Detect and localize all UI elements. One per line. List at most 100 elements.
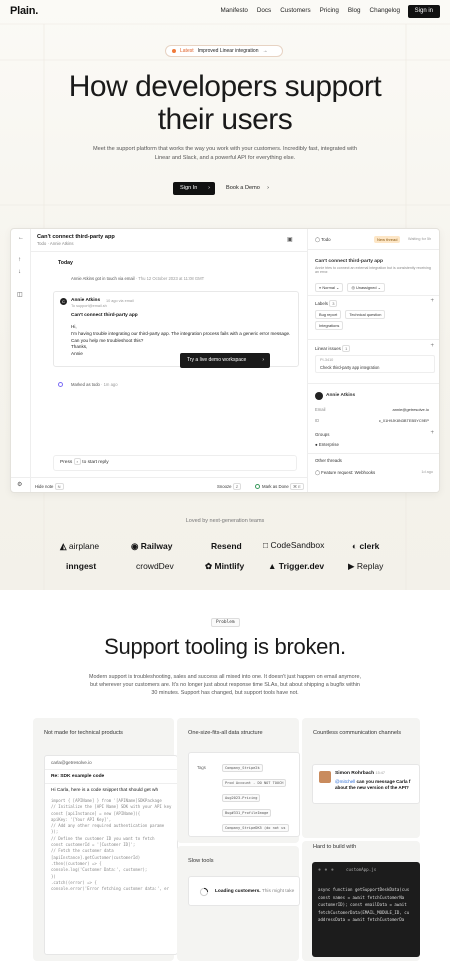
- assignee-chip[interactable]: ◎ Unassigned ⌄: [347, 283, 385, 292]
- add-label-icon[interactable]: +: [430, 298, 434, 304]
- tag-chip[interactable]: Aug2023-Pricing: [222, 794, 261, 802]
- tag-chip[interactable]: Bug#331_ProfileImage: [222, 809, 272, 817]
- divider: [308, 339, 439, 340]
- loading-label: Loading customers.: [215, 889, 261, 894]
- message-subject: Can't connect third-party app: [71, 313, 138, 318]
- code-line: // Initialize the [API Name] SDK with yo…: [51, 804, 172, 810]
- add-group-icon[interactable]: +: [430, 430, 434, 436]
- live-demo-button[interactable]: Try a live demo workspace ›: [180, 353, 270, 368]
- problem-title: Support tooling is broken.: [104, 634, 346, 659]
- logo-text: Mintlify: [214, 561, 245, 571]
- reply-composer[interactable]: Press r to start reply: [53, 455, 297, 471]
- arrow-down-icon[interactable]: ↓: [18, 269, 21, 275]
- nav-link-blog[interactable]: Blog: [348, 7, 361, 14]
- logo-text: Replay: [356, 561, 384, 571]
- panel-thread-title: Can't connect third-party app: [315, 259, 384, 264]
- message-signoff: Thanks,: [71, 344, 88, 350]
- arrow-right-icon: →: [262, 48, 268, 54]
- reply-suffix: to start reply: [82, 460, 109, 465]
- label-chip[interactable]: Technical question: [345, 310, 386, 319]
- book-demo-label: Book a Demo: [226, 185, 260, 191]
- announcement-pill[interactable]: Latest Improved Linear integration →: [165, 45, 283, 57]
- logo-resend: Resend: [211, 541, 242, 551]
- chevron-right-icon: ›: [267, 185, 269, 191]
- hide-note-button[interactable]: Hide note N: [35, 478, 64, 492]
- event-text: Annie Atkins got in touch via email: [71, 276, 135, 281]
- event-time: · Thu 12 October 2023 at 11:08 GMT: [135, 276, 205, 281]
- arrow-up-icon[interactable]: ↑: [18, 257, 21, 263]
- divider: [308, 383, 439, 384]
- spinner-icon: [199, 887, 209, 897]
- event-time: · 1m ago: [101, 382, 118, 387]
- logo-trigger: ▲ Trigger.dev: [268, 561, 325, 571]
- logo-text: clerk: [359, 541, 380, 551]
- plain-logo[interactable]: Plain.: [10, 5, 38, 17]
- panel-toggle-icon[interactable]: ▣: [287, 236, 293, 243]
- linear-issue-card[interactable]: PI-3410 Check third-party app integratio…: [315, 355, 435, 373]
- code-editor-preview: ● ● ● customApp.js async function getSup…: [312, 862, 420, 957]
- nav-link-docs[interactable]: Docs: [257, 7, 271, 14]
- back-arrow-icon[interactable]: ←: [18, 235, 24, 241]
- book-demo-button[interactable]: Book a Demo ›: [222, 182, 274, 195]
- logo-crowddev: crowdDev: [136, 561, 174, 571]
- nav-link-manifesto[interactable]: Manifesto: [221, 7, 248, 14]
- group-item: ● Enterprise: [315, 442, 339, 447]
- snooze-button[interactable]: Snooze Z: [217, 478, 242, 492]
- other-thread-label: Feature request: Webhooks: [321, 470, 376, 475]
- new-thread-badge: New thread: [374, 236, 401, 243]
- logos-heading: Loved by next-generation teams: [185, 518, 265, 524]
- other-thread-time: 1d ago: [421, 470, 433, 474]
- email-subject: Re: SDK example code: [51, 774, 105, 779]
- nav-link-changelog[interactable]: Changelog: [370, 7, 400, 14]
- message-greeting: Hi,: [71, 324, 77, 329]
- linear-heading: Linear issues 1: [315, 345, 351, 352]
- add-linear-issue-icon[interactable]: +: [430, 343, 434, 349]
- timeline-event-todo: Marked as todo · 1m ago: [58, 382, 118, 387]
- assignee-label: Unassigned: [355, 285, 377, 290]
- tag-chip[interactable]: Company_StripeDK5 (do not us: [222, 824, 289, 832]
- announcement-text: Improved Linear integration: [197, 48, 259, 54]
- chat-message: @mitchell can you message Carla f about …: [335, 779, 419, 792]
- hero-title-line2: their users: [157, 103, 293, 136]
- card-title: Countless communication channels: [313, 730, 401, 736]
- priority-chip[interactable]: ≡ Normal ⌄: [315, 283, 344, 292]
- labels-row-2: Integrations: [315, 321, 346, 330]
- code-line: fetchCustomerData(EMAIL_MODULE_ID, cu: [318, 909, 410, 915]
- thread-details-panel: ◯ Todo New thread Waiting for 5h Can't c…: [307, 229, 439, 492]
- logo-inngest: inngest: [66, 561, 97, 571]
- status-selector[interactable]: ◯ Todo: [315, 237, 331, 243]
- tag-chip[interactable]: Prod Account - DO NOT TOUCH: [222, 779, 287, 787]
- window-dots-icon: ● ● ●: [318, 867, 335, 873]
- hero-signin-button[interactable]: Sign In ›: [173, 182, 215, 195]
- waiting-time: Waiting for 5h: [408, 237, 432, 241]
- logo-codesandbox: □ CodeSandbox: [263, 540, 325, 550]
- email-code-snippet: import { [APIName] } from '[APIName]SDKP…: [51, 798, 171, 892]
- labels-count: 3: [329, 300, 338, 307]
- signin-button[interactable]: Sign in: [407, 5, 440, 18]
- announcement-tag: Latest: [180, 48, 194, 54]
- status-circle-icon: [58, 382, 63, 387]
- code-line: customerID); const emailData = await: [318, 902, 407, 907]
- tags-preview: Tags Company_Stripe2k Prod Account - DO …: [188, 752, 300, 837]
- email-from: carla@getresolve.io: [51, 760, 92, 765]
- label-chip[interactable]: Bug report: [315, 310, 342, 319]
- tag-chip[interactable]: Company_Stripe2k: [222, 764, 263, 772]
- email-label: Email: [315, 407, 326, 412]
- other-threads-title: Other threads: [315, 458, 342, 463]
- linear-issue-text: Check third-party app integration: [320, 365, 380, 370]
- nav-links: Manifesto Docs Customers Pricing Blog Ch…: [221, 7, 400, 14]
- card-title: Slow tools: [188, 858, 214, 864]
- event-text: Marked as todo: [71, 382, 100, 387]
- nav-link-pricing[interactable]: Pricing: [320, 7, 339, 14]
- reply-prefix: Press: [60, 460, 73, 465]
- sidebar-toggle-icon[interactable]: ◫: [17, 291, 23, 298]
- label-chip[interactable]: Integrations: [315, 321, 344, 330]
- other-thread-item[interactable]: ◯ Feature request: Webhooks: [315, 470, 375, 476]
- nav-link-customers[interactable]: Customers: [280, 7, 310, 14]
- customer-name: Annie Atkins: [326, 393, 356, 398]
- divider: [31, 251, 307, 252]
- customer-email: annie@getresolve.io: [392, 407, 429, 412]
- snooze-label: Snooze: [217, 484, 232, 489]
- mark-done-button[interactable]: Mark as Done ⌘ E: [255, 478, 304, 492]
- thread-title: Can't connect third-party app: [37, 234, 115, 240]
